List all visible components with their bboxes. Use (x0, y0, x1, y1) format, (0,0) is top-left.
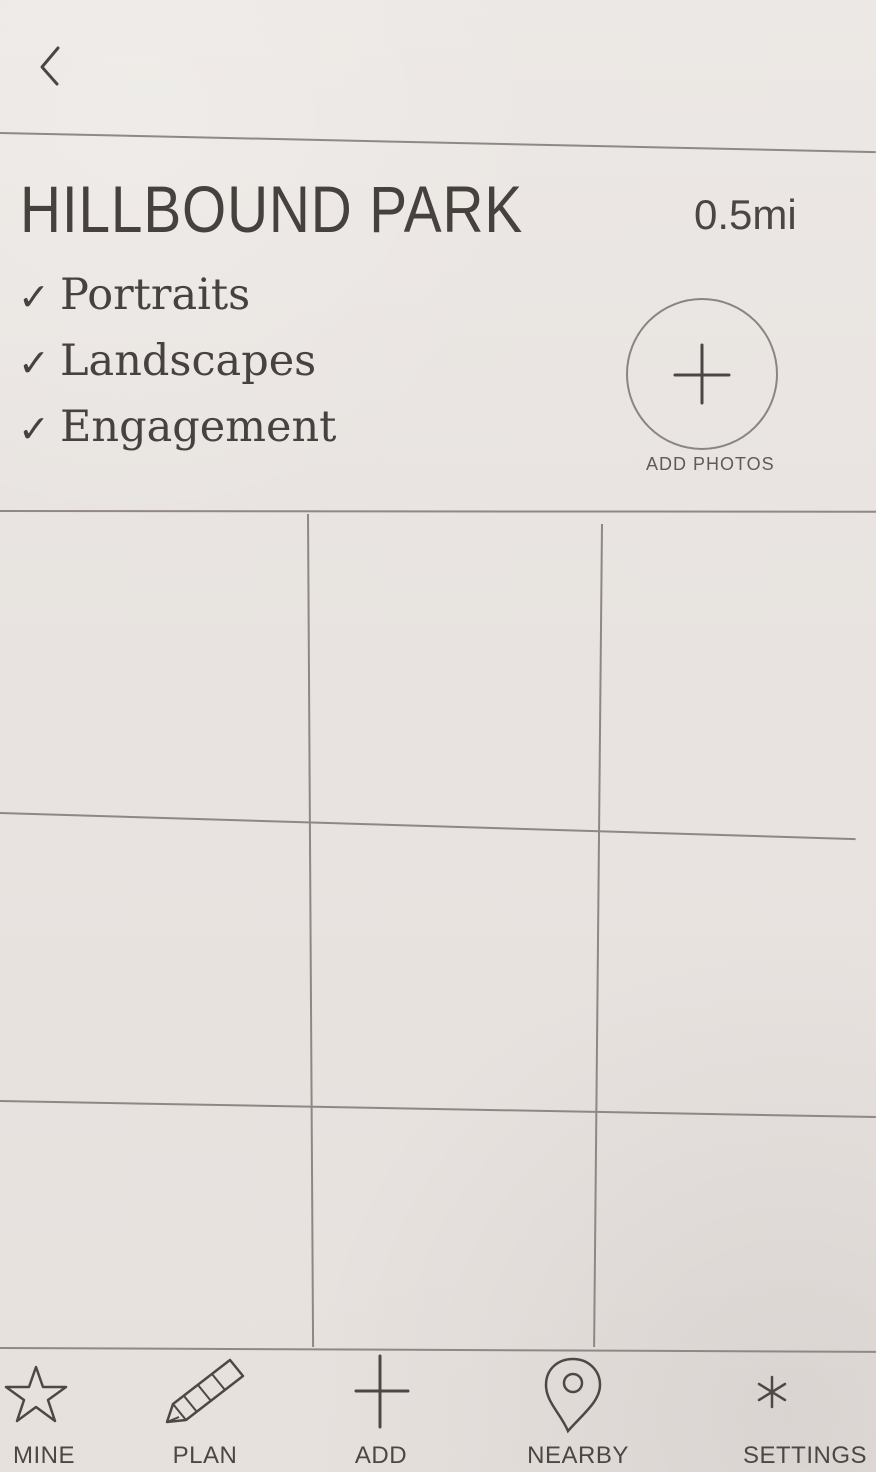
chevron-left-icon (40, 46, 60, 86)
tab-label: PLAN (172, 1442, 238, 1469)
add-photos-button[interactable]: ADD PHOTOS (620, 298, 790, 478)
add-photos-label: ADD PHOTOS (646, 454, 775, 474)
photo-cell[interactable] (602, 512, 876, 836)
tab-label: NEARBY (527, 1442, 629, 1469)
tab-settings[interactable]: SETTINGS (718, 1349, 876, 1472)
tab-label: SETTINGS (742, 1442, 867, 1469)
photo-cell[interactable] (0, 1102, 302, 1347)
check-icon: ✓ (18, 341, 50, 385)
tab-mine[interactable]: MINE (0, 1349, 108, 1472)
check-icon: ✓ (18, 275, 50, 319)
place-title: HILLBOUND PARK (20, 172, 524, 246)
photo-cell[interactable] (301, 828, 599, 1102)
tag-label: Engagement (60, 402, 337, 452)
app-screen: HILLBOUND PARK 0.5mi ✓ Portraits ✓ Lands… (0, 0, 876, 1472)
tag-item-portraits: ✓ Portraits (18, 262, 378, 328)
tab-label: ADD (354, 1442, 408, 1469)
tag-label: Portraits (60, 270, 251, 320)
photo-cell[interactable] (302, 1104, 612, 1347)
tab-plan[interactable]: PLAN (142, 1349, 268, 1472)
tab-add[interactable]: ADD (328, 1349, 434, 1472)
bottom-tabbar: MINE PLAN ADD NEARBY SETTINGS (0, 1349, 876, 1472)
photo-cell[interactable] (0, 814, 301, 1102)
plus-icon (354, 1354, 410, 1429)
photo-cell[interactable] (304, 512, 602, 826)
top-divider (0, 132, 876, 154)
photo-cell[interactable] (0, 512, 304, 812)
plus-icon (673, 343, 731, 405)
photo-grid (0, 512, 876, 1347)
tag-item-landscapes: ✓ Landscapes (18, 328, 378, 394)
map-pin-icon (544, 1357, 602, 1434)
tag-list: ✓ Portraits ✓ Landscapes ✓ Engagement (18, 262, 378, 460)
tab-nearby[interactable]: NEARBY (512, 1349, 644, 1472)
back-button[interactable] (18, 30, 82, 102)
star-icon (4, 1365, 68, 1423)
add-photos-circle[interactable] (626, 298, 778, 450)
tag-item-engagement: ✓ Engagement (18, 394, 378, 460)
distance-label: 0.5mi (694, 191, 797, 238)
tag-label: Landscapes (60, 336, 317, 386)
asterisk-icon (757, 1375, 787, 1409)
photo-cell[interactable] (612, 1108, 876, 1347)
check-icon: ✓ (18, 407, 50, 451)
pencil-icon (165, 1358, 245, 1424)
photo-cell[interactable] (599, 838, 876, 1108)
tab-label: MINE (13, 1442, 75, 1469)
